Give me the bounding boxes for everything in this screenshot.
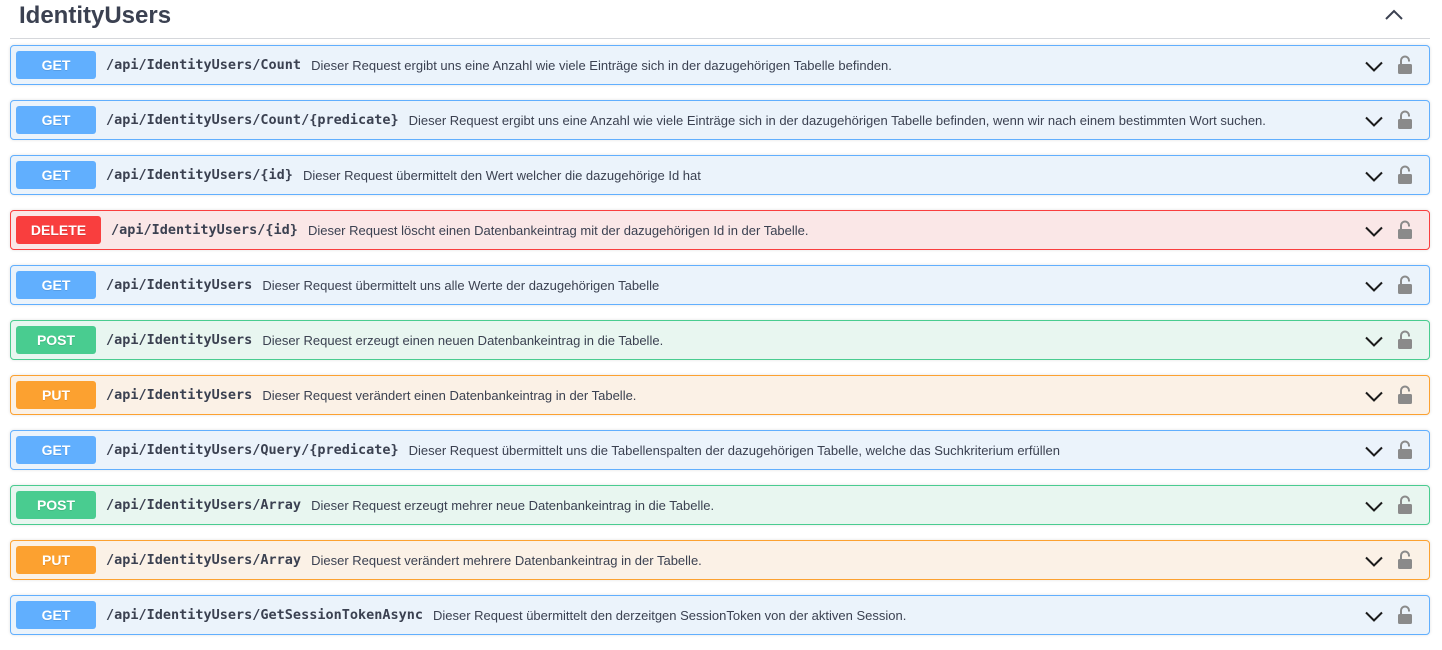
authorize-button[interactable] [1395,384,1415,406]
chevron-down-icon [1365,171,1383,182]
operation-summary: Dieser Request löscht einen Datenbankein… [307,222,809,238]
chevron-down-icon [1365,336,1383,347]
expand-button[interactable] [1363,550,1385,572]
method-badge: GET [16,51,96,79]
method-badge: GET [16,601,96,629]
chevron-down-icon [1365,611,1383,622]
expand-button[interactable] [1363,605,1385,627]
method-badge: GET [16,106,96,134]
operation-path: /api/IdentityUsers/Count/{predicate} [106,112,399,128]
chevron-down-icon [1365,61,1383,72]
operation-row[interactable]: GET /api/IdentityUsers/{id} Dieser Reque… [10,155,1430,195]
lock-open-icon [1398,55,1412,74]
chevron-up-icon [1385,9,1403,20]
operation-row[interactable]: POST /api/IdentityUsers/Array Dieser Req… [10,485,1430,525]
operation-summary: Dieser Request erzeugt einen neuen Daten… [262,332,664,348]
chevron-down-icon [1365,116,1383,127]
expand-button[interactable] [1363,330,1385,352]
operation-row[interactable]: PUT /api/IdentityUsers Dieser Request ve… [10,375,1430,415]
operation-row[interactable]: GET /api/IdentityUsers/GetSessionTokenAs… [10,595,1430,635]
expand-button[interactable] [1363,275,1385,297]
operation-summary: Dieser Request übermittelt den derzeitge… [432,607,907,623]
method-badge: PUT [16,381,96,409]
operation-row[interactable]: GET /api/IdentityUsers Dieser Request üb… [10,265,1430,305]
operation-summary: Dieser Request ergibt uns eine Anzahl wi… [408,112,1266,128]
section-header[interactable]: IdentityUsers [10,0,1430,39]
operation-row[interactable]: GET /api/IdentityUsers/Query/{predicate}… [10,430,1430,470]
method-badge: GET [16,271,96,299]
method-badge: GET [16,436,96,464]
lock-open-icon [1398,220,1412,239]
method-badge: GET [16,161,96,189]
operation-row[interactable]: PUT /api/IdentityUsers/Array Dieser Requ… [10,540,1430,580]
operation-summary: Dieser Request erzeugt mehrer neue Daten… [311,497,715,513]
expand-button[interactable] [1363,440,1385,462]
expand-button[interactable] [1363,495,1385,517]
operation-summary: Dieser Request übermittelt uns alle Wert… [262,277,660,293]
operation-summary: Dieser Request übermittelt uns die Tabel… [408,442,1060,458]
operation-row[interactable]: GET /api/IdentityUsers/Count Dieser Requ… [10,45,1430,85]
expand-button[interactable] [1363,110,1385,132]
lock-open-icon [1398,385,1412,404]
operation-row[interactable]: GET /api/IdentityUsers/Count/{predicate}… [10,100,1430,140]
method-badge: POST [16,326,96,354]
operation-path: /api/IdentityUsers/Count [106,57,302,73]
operation-path: /api/IdentityUsers/Query/{predicate} [106,442,399,458]
method-badge: PUT [16,546,96,574]
chevron-down-icon [1365,446,1383,457]
chevron-down-icon [1365,391,1383,402]
authorize-button[interactable] [1395,109,1415,131]
operation-path: /api/IdentityUsers/GetSessionTokenAsync [106,607,423,623]
lock-open-icon [1398,605,1412,624]
lock-open-icon [1398,165,1412,184]
expand-button[interactable] [1363,165,1385,187]
operation-path: /api/IdentityUsers [106,332,253,348]
operation-path: /api/IdentityUsers [106,387,253,403]
authorize-button[interactable] [1395,274,1415,296]
method-badge: DELETE [16,216,101,244]
operation-summary: Dieser Request übermittelt den Wert welc… [302,167,701,183]
operation-path: /api/IdentityUsers [106,277,253,293]
section-title: IdentityUsers [19,2,172,29]
authorize-button[interactable] [1395,164,1415,186]
chevron-down-icon [1365,281,1383,292]
section-collapse-button[interactable] [1374,0,1414,30]
authorize-button[interactable] [1395,219,1415,241]
authorize-button[interactable] [1395,494,1415,516]
chevron-down-icon [1365,226,1383,237]
lock-open-icon [1398,110,1412,129]
authorize-button[interactable] [1395,549,1415,571]
chevron-down-icon [1365,556,1383,567]
operations-list: GET /api/IdentityUsers/Count Dieser Requ… [10,45,1430,650]
lock-open-icon [1398,440,1412,459]
authorize-button[interactable] [1395,329,1415,351]
operation-summary: Dieser Request ergibt uns eine Anzahl wi… [311,57,892,73]
expand-button[interactable] [1363,55,1385,77]
operation-path: /api/IdentityUsers/{id} [111,222,298,238]
expand-button[interactable] [1363,385,1385,407]
operation-path: /api/IdentityUsers/Array [106,497,302,513]
lock-open-icon [1398,275,1412,294]
lock-open-icon [1398,495,1412,514]
operation-row[interactable]: POST /api/IdentityUsers Dieser Request e… [10,320,1430,360]
authorize-button[interactable] [1395,604,1415,626]
lock-open-icon [1398,330,1412,349]
lock-open-icon [1398,550,1412,569]
authorize-button[interactable] [1395,54,1415,76]
expand-button[interactable] [1363,220,1385,242]
authorize-button[interactable] [1395,439,1415,461]
operation-row[interactable]: DELETE /api/IdentityUsers/{id} Dieser Re… [10,210,1430,250]
operation-summary: Dieser Request verändert einen Datenbank… [262,387,637,403]
chevron-down-icon [1365,501,1383,512]
method-badge: POST [16,491,96,519]
operation-path: /api/IdentityUsers/{id} [106,167,293,183]
operation-path: /api/IdentityUsers/Array [106,552,302,568]
operation-summary: Dieser Request verändert mehrere Datenba… [311,552,702,568]
